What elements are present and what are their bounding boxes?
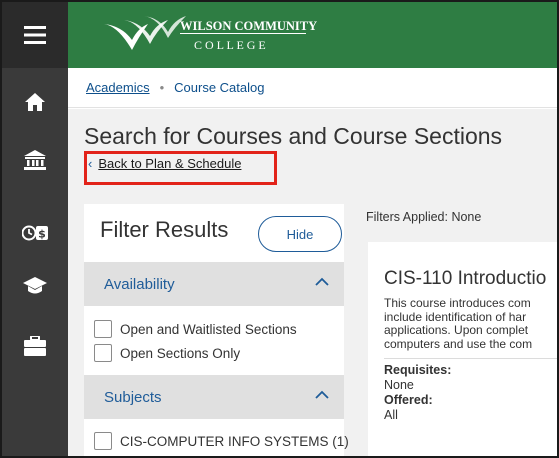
logo-line2: C O L L E G E: [194, 38, 266, 52]
option-label: Open and Waitlisted Sections: [120, 321, 297, 337]
subject-option-cis[interactable]: CIS-COMPUTER INFO SYSTEMS (1): [94, 432, 349, 450]
requisites-label: Requisites:: [384, 363, 452, 377]
description-line: applications. Upon complet: [384, 323, 529, 337]
course-description: This course introduces com include ident…: [384, 297, 557, 351]
divider: [384, 358, 557, 359]
breadcrumb-current: Course Catalog: [174, 80, 265, 95]
logo-line1: WILSON COMMUNITY: [180, 19, 317, 33]
availability-label: Availability: [104, 275, 175, 293]
subjects-section-toggle[interactable]: Subjects: [84, 375, 344, 419]
availability-option-open-only[interactable]: Open Sections Only: [94, 344, 240, 362]
checkbox[interactable]: [94, 344, 112, 362]
briefcase-icon[interactable]: [2, 326, 68, 366]
back-to-plan-link[interactable]: ‹ Back to Plan & Schedule: [88, 156, 241, 171]
checkbox[interactable]: [94, 320, 112, 338]
menu-icon[interactable]: [2, 2, 68, 68]
graduation-cap-icon[interactable]: [2, 266, 68, 306]
back-link-label: Back to Plan & Schedule: [98, 156, 242, 171]
filter-panel: Filter Results Hide Availability Open an…: [84, 204, 349, 456]
svg-text:$: $: [38, 228, 46, 241]
chevron-up-icon: [315, 277, 329, 286]
filter-title: Filter Results: [100, 217, 229, 242]
checkbox[interactable]: [94, 432, 112, 450]
offered-label: Offered:: [384, 393, 433, 407]
app-window: $ WILSON COMMUNITY C O L L E G E Academi…: [0, 0, 559, 458]
subjects-label: Subjects: [104, 388, 162, 406]
breadcrumb-separator: •: [159, 80, 165, 95]
college-logo[interactable]: WILSON COMMUNITY C O L L E G E: [98, 10, 328, 58]
option-label: CIS-COMPUTER INFO SYSTEMS (1): [120, 433, 349, 449]
course-card: CIS-110 Introductio This course introduc…: [368, 242, 557, 456]
requisites-value: None: [384, 378, 414, 392]
breadcrumb: Academics • Course Catalog: [68, 68, 557, 108]
chevron-left-icon: ‹: [88, 156, 93, 171]
main-content: Search for Courses and Course Sections ‹…: [68, 109, 557, 456]
description-line: computers and use the com: [384, 336, 533, 351]
description-line: This course introduces com: [384, 297, 531, 310]
course-title-link[interactable]: CIS-110 Introductio: [384, 268, 546, 290]
filters-applied-text: Filters Applied: None: [366, 210, 482, 224]
home-icon[interactable]: [2, 82, 68, 122]
availability-option-open-waitlisted[interactable]: Open and Waitlisted Sections: [94, 320, 297, 338]
page-title: Search for Courses and Course Sections: [84, 123, 503, 149]
offered-value: All: [384, 408, 398, 422]
nav-rail: $: [2, 2, 68, 456]
hide-filters-button[interactable]: Hide: [258, 216, 342, 252]
top-header: WILSON COMMUNITY C O L L E G E: [68, 2, 557, 68]
institution-icon[interactable]: [2, 140, 68, 180]
chevron-up-icon: [315, 390, 329, 399]
breadcrumb-academics-link[interactable]: Academics: [86, 80, 150, 95]
clock-dollar-icon[interactable]: $: [2, 213, 68, 253]
option-label: Open Sections Only: [120, 345, 241, 361]
availability-section-toggle[interactable]: Availability: [84, 262, 344, 306]
description-line: include identification of har: [384, 309, 527, 324]
